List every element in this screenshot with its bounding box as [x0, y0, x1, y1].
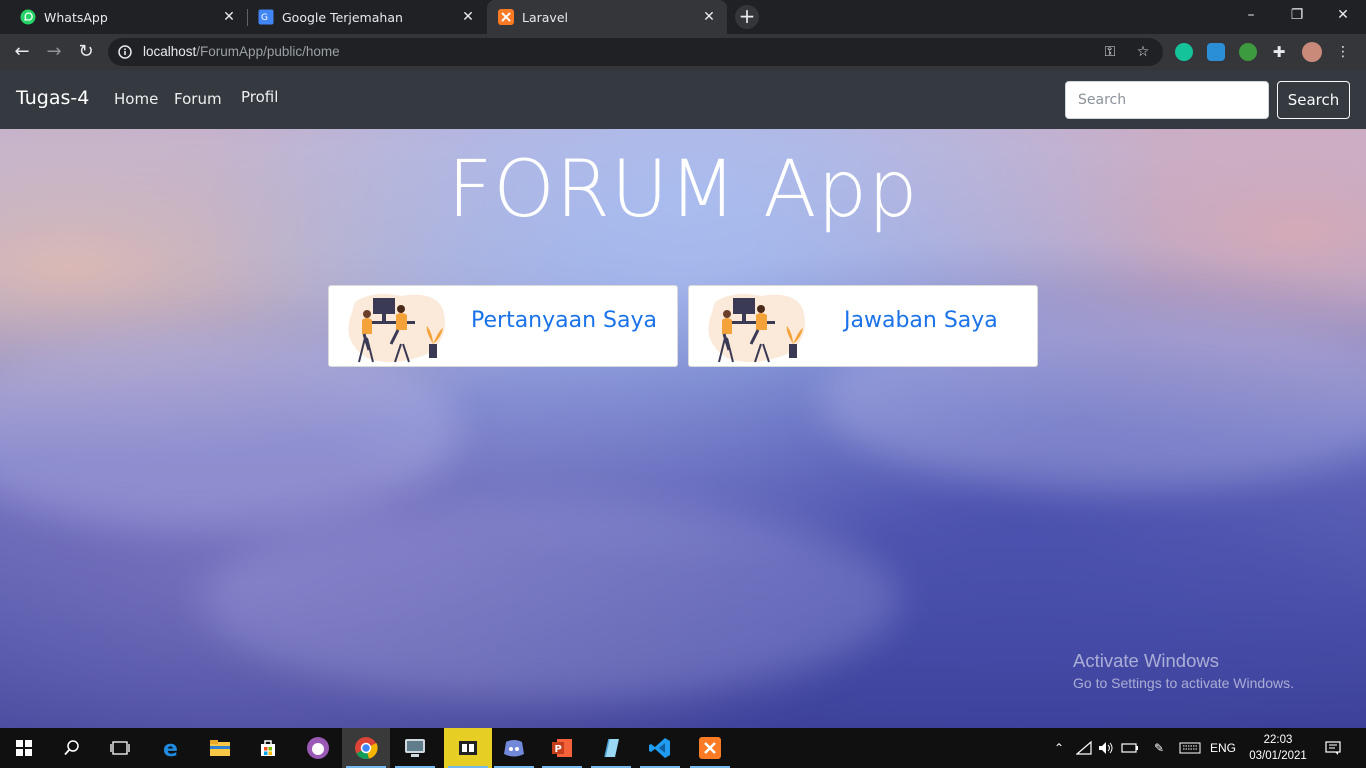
xampp-icon[interactable] [686, 728, 734, 768]
windows-taskbar: e P ⌃ ✎ ENG 22:03 03/01/2021 [0, 728, 1366, 768]
network-icon[interactable] [1074, 728, 1094, 768]
forward-icon[interactable]: → [42, 40, 66, 64]
restore-icon[interactable]: ❐ [1274, 0, 1320, 30]
notes-icon[interactable] [587, 728, 635, 768]
address-bar[interactable]: localhost/ForumApp/public/home ⚿ ☆ [108, 38, 1163, 66]
filmora-icon[interactable] [444, 728, 492, 768]
store-icon[interactable] [244, 728, 292, 768]
search-button[interactable]: Search [1277, 81, 1350, 119]
page-viewport: Tugas-4 Home Forum Profil Search FORUM A… [0, 70, 1366, 728]
action-center-icon[interactable] [1320, 728, 1346, 768]
extension-icon[interactable] [1239, 43, 1257, 61]
extensions-puzzle-icon[interactable]: ✚ [1271, 44, 1287, 60]
bookmark-star-icon[interactable]: ☆ [1135, 44, 1151, 60]
profile-avatar[interactable] [1302, 42, 1322, 62]
clock-date: 03/01/2021 [1249, 750, 1307, 762]
search-icon[interactable] [48, 728, 96, 768]
search-input[interactable] [1065, 81, 1269, 119]
browser-toolbar: ← → ↻ localhost/ForumApp/public/home ⚿ ☆… [0, 34, 1366, 70]
watermark-title: Activate Windows [1073, 650, 1219, 671]
show-hidden-icons-chevron-icon[interactable]: ⌃ [1050, 728, 1068, 768]
card-pertanyaan-saya[interactable]: Pertanyaan Saya [328, 285, 678, 367]
whatsapp-icon [20, 9, 36, 25]
tab-title: Laravel [522, 9, 568, 25]
navbar-brand[interactable]: Tugas-4 [16, 87, 89, 109]
tab-close-icon[interactable]: ✕ [221, 9, 237, 25]
new-tab-button[interactable]: + [735, 5, 759, 29]
tab-close-icon[interactable]: ✕ [701, 9, 717, 25]
tab-whatsapp[interactable]: WhatsApp ✕ [0, 0, 247, 34]
tab-title: Google Terjemahan [282, 9, 403, 25]
tab-google-translate[interactable]: G Google Terjemahan ✕ [248, 0, 486, 34]
key-icon[interactable]: ⚿ [1102, 44, 1118, 60]
svg-text:G: G [261, 13, 268, 23]
url-path: /ForumApp/public/home [196, 44, 340, 59]
close-window-icon[interactable]: ✕ [1320, 0, 1366, 30]
file-explorer-icon[interactable] [196, 728, 244, 768]
nav-link-profil[interactable]: Profil [241, 88, 278, 106]
volume-icon[interactable] [1096, 728, 1116, 768]
touch-keyboard-icon[interactable] [1176, 728, 1204, 768]
activate-windows-watermark: Activate Windows Go to Settings to activ… [1073, 650, 1294, 691]
browser-tab-strip: WhatsApp ✕ G Google Terjemahan ✕ Laravel… [0, 0, 1366, 34]
edge-icon[interactable]: e [148, 728, 196, 768]
url-text: localhost/ForumApp/public/home [143, 44, 340, 59]
card-jawaban-saya[interactable]: Jawaban Saya [688, 285, 1038, 367]
windows-start-icon[interactable] [0, 728, 48, 768]
reload-icon[interactable]: ↻ [74, 40, 98, 64]
chrome-icon[interactable] [342, 728, 390, 768]
google-translate-icon: G [258, 9, 274, 25]
tab-title: WhatsApp [44, 9, 108, 25]
background-cloud [200, 500, 900, 700]
task-view-icon[interactable] [96, 728, 144, 768]
menu-kebab-icon[interactable]: ⋮ [1335, 44, 1351, 60]
nav-link-home[interactable]: Home [114, 90, 158, 108]
app-icon[interactable] [391, 728, 439, 768]
people-at-desk-illustration [708, 294, 805, 363]
system-clock[interactable]: 22:03 03/01/2021 [1248, 732, 1308, 764]
tab-laravel[interactable]: Laravel ✕ [487, 0, 727, 34]
watermark-subtitle: Go to Settings to activate Windows. [1073, 675, 1294, 691]
grammarly-icon[interactable] [1175, 43, 1193, 61]
page-title: FORUM App [447, 145, 919, 235]
tab-close-icon[interactable]: ✕ [460, 9, 476, 25]
url-host: localhost [143, 44, 197, 59]
clock-time: 22:03 [1263, 734, 1293, 746]
people-at-desk-illustration [348, 294, 445, 363]
extension-icon[interactable] [1207, 43, 1225, 61]
info-icon[interactable] [118, 45, 132, 59]
minimize-icon[interactable]: – [1228, 0, 1274, 30]
discord-icon[interactable] [490, 728, 538, 768]
card-label[interactable]: Jawaban Saya [844, 308, 998, 333]
svg-text:e: e [163, 737, 178, 759]
nav-link-forum[interactable]: Forum [174, 90, 222, 108]
svg-text:P: P [555, 744, 562, 755]
vscode-icon[interactable] [636, 728, 684, 768]
input-language-indicator[interactable]: ENG [1206, 728, 1240, 768]
card-label[interactable]: Pertanyaan Saya [471, 308, 657, 333]
powerpoint-icon[interactable]: P [538, 728, 586, 768]
github-desktop-icon[interactable] [294, 728, 342, 768]
site-navbar: Tugas-4 Home Forum Profil Search [0, 70, 1366, 129]
pen-workspace-icon[interactable]: ✎ [1148, 728, 1170, 768]
xampp-icon [498, 9, 514, 25]
back-icon[interactable]: ← [10, 40, 34, 64]
battery-icon[interactable] [1120, 728, 1140, 768]
